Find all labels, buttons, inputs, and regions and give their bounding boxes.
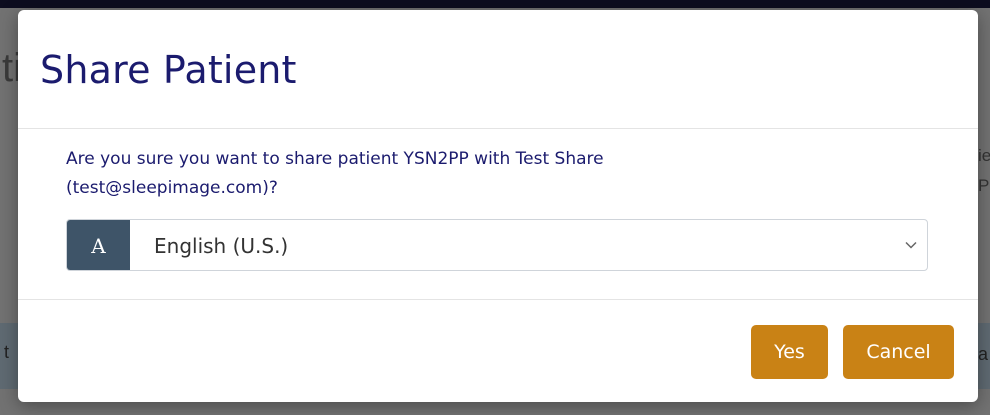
background-row-fragment: t <box>4 342 10 362</box>
share-patient-dialog: Share Patient Are you sure you want to s… <box>18 10 978 402</box>
chevron-down-icon <box>905 241 917 249</box>
language-icon: A <box>67 220 130 270</box>
background-row-fragment: a <box>978 344 989 364</box>
background-text-fragment: P <box>978 176 990 195</box>
cancel-button[interactable]: Cancel <box>843 325 954 379</box>
background-text-fragment: ie <box>978 146 990 165</box>
background-topbar <box>0 0 990 8</box>
language-select[interactable]: A English (U.S.) <box>66 219 928 271</box>
dialog-header: Share Patient <box>18 10 978 129</box>
language-selected-value: English (U.S.) <box>154 234 289 258</box>
confirmation-message-line: (test@sleepimage.com)? <box>66 178 278 198</box>
dialog-body: Are you sure you want to share patient Y… <box>18 129 978 300</box>
dialog-title: Share Patient <box>40 48 297 92</box>
confirmation-message: Are you sure you want to share patient Y… <box>66 145 786 203</box>
yes-button[interactable]: Yes <box>751 325 828 379</box>
confirmation-message-line: Are you sure you want to share patient Y… <box>66 149 604 169</box>
